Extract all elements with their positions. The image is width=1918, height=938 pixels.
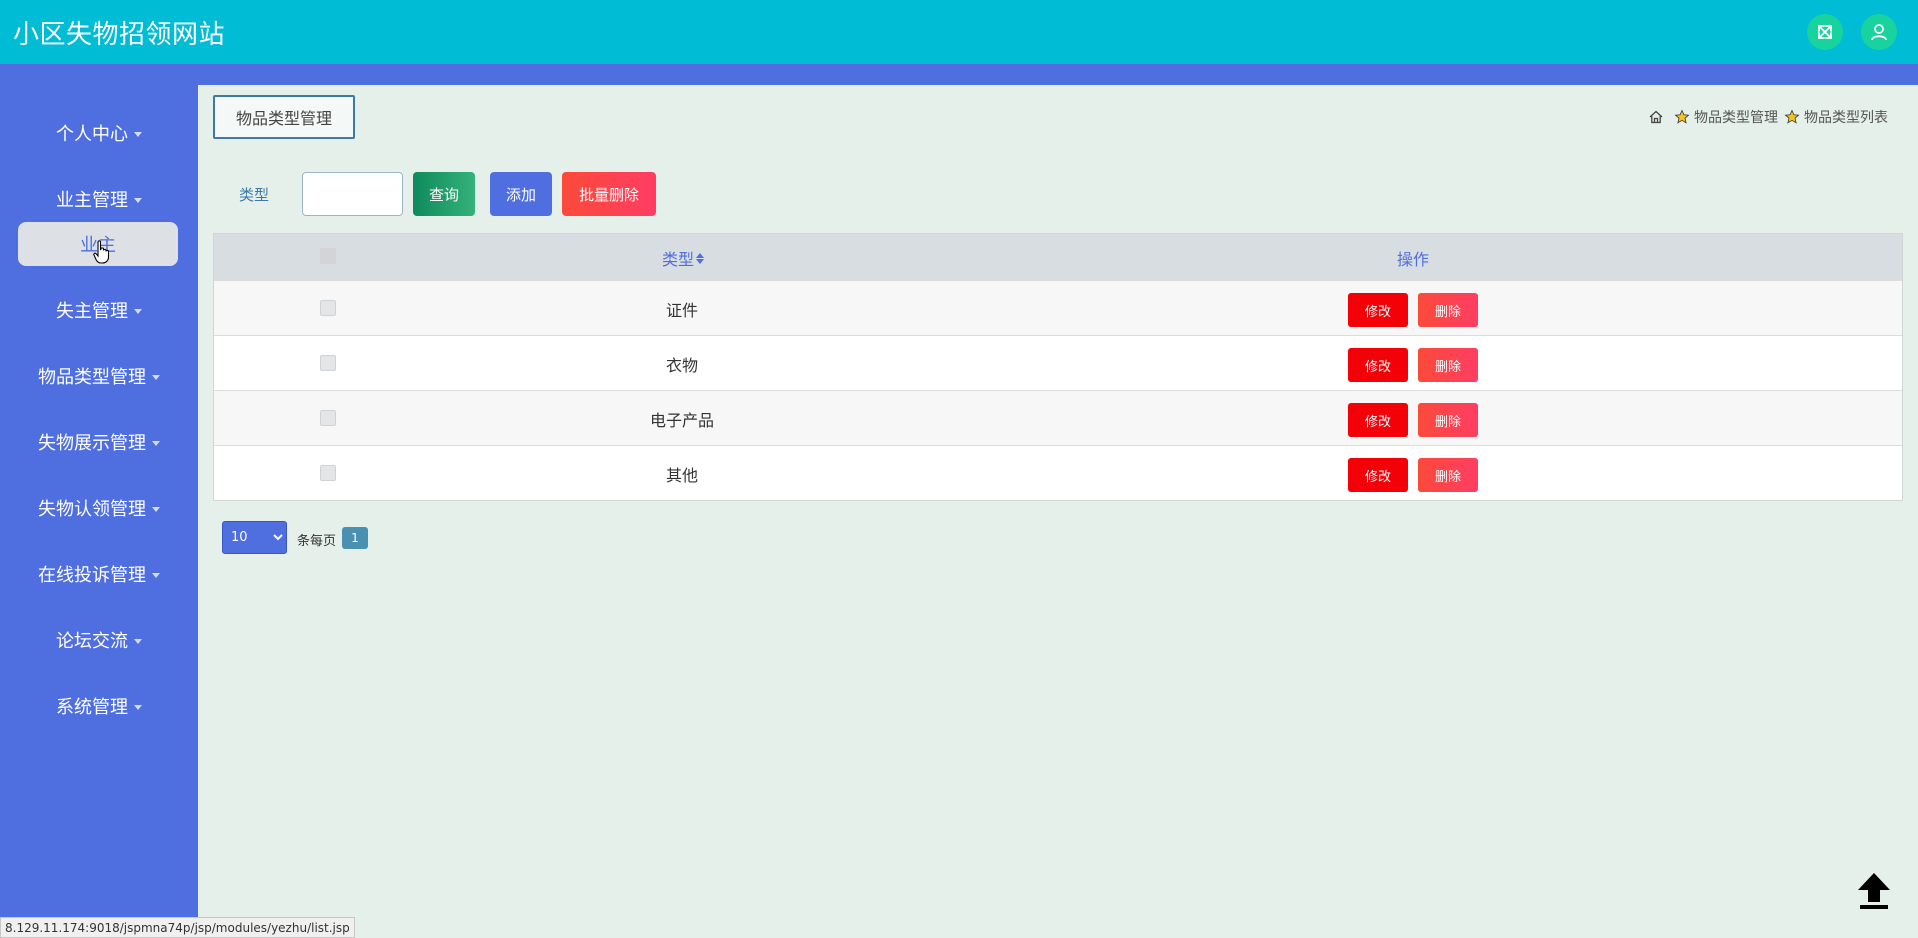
caret-down-icon bbox=[134, 197, 142, 203]
table-row: 其他 修改 删除 bbox=[214, 445, 1902, 500]
home-icon[interactable] bbox=[1648, 109, 1664, 125]
caret-down-icon bbox=[152, 572, 160, 578]
header-accent-bar bbox=[0, 64, 1918, 85]
sidebar-item-complaint-management[interactable]: 在线投诉管理 bbox=[0, 554, 198, 594]
star-icon bbox=[1674, 109, 1690, 125]
sidebar-item-system-management[interactable]: 系统管理 bbox=[0, 686, 198, 726]
page-size-label: 条每页 bbox=[297, 534, 337, 549]
breadcrumb-item[interactable]: 物品类型管理 bbox=[1694, 107, 1778, 127]
table-row: 证件 修改 删除 bbox=[214, 280, 1902, 335]
cell-type: 证件 bbox=[665, 301, 698, 320]
sidebar-item-item-type-management[interactable]: 物品类型管理 bbox=[0, 356, 198, 396]
sidebar-item-forum[interactable]: 论坛交流 bbox=[0, 620, 198, 660]
delete-button[interactable]: 删除 bbox=[1418, 348, 1478, 382]
column-header-type[interactable]: 类型 bbox=[662, 246, 705, 270]
star-icon bbox=[1784, 109, 1800, 125]
column-header-actions: 操作 bbox=[1397, 250, 1430, 269]
hand-cursor-icon bbox=[93, 240, 110, 264]
sidebar-item-owner-management[interactable]: 业主管理 bbox=[0, 179, 198, 219]
caret-down-icon bbox=[152, 506, 160, 512]
select-all-checkbox[interactable] bbox=[320, 248, 336, 264]
status-bar-url: 8.129.11.174:9018/jspmna74p/jsp/modules/… bbox=[0, 917, 355, 938]
cell-type: 其他 bbox=[665, 466, 698, 485]
edit-button[interactable]: 修改 bbox=[1348, 403, 1408, 437]
type-search-input[interactable] bbox=[302, 172, 403, 216]
sidebar-item-lost-display-management[interactable]: 失物展示管理 bbox=[0, 422, 198, 462]
add-button[interactable]: 添加 bbox=[490, 172, 552, 216]
sort-icon bbox=[696, 252, 705, 264]
page-size-select[interactable]: 10 bbox=[222, 521, 287, 554]
user-button[interactable] bbox=[1861, 14, 1897, 50]
page-title: 物品类型管理 bbox=[213, 95, 355, 139]
search-button[interactable]: 查询 bbox=[413, 172, 475, 216]
cell-type: 电子产品 bbox=[649, 411, 714, 430]
batch-delete-button[interactable]: 批量删除 bbox=[562, 172, 656, 216]
sidebar-item-loser-management[interactable]: 失主管理 bbox=[0, 290, 198, 330]
expand-arrows-icon bbox=[1818, 25, 1832, 39]
row-checkbox[interactable] bbox=[320, 300, 336, 316]
breadcrumb-item: 物品类型列表 bbox=[1804, 110, 1888, 126]
caret-down-icon bbox=[152, 374, 160, 380]
row-checkbox[interactable] bbox=[320, 355, 336, 371]
delete-button[interactable]: 删除 bbox=[1418, 293, 1478, 327]
edit-button[interactable]: 修改 bbox=[1348, 293, 1408, 327]
table-row: 电子产品 修改 删除 bbox=[214, 390, 1902, 445]
caret-down-icon bbox=[134, 704, 142, 710]
delete-button[interactable]: 删除 bbox=[1418, 458, 1478, 492]
caret-down-icon bbox=[134, 308, 142, 314]
caret-down-icon bbox=[134, 638, 142, 644]
row-checkbox[interactable] bbox=[320, 410, 336, 426]
type-filter-label: 类型 bbox=[239, 186, 270, 204]
app-title: 小区失物招领网站 bbox=[13, 20, 226, 50]
fullscreen-button[interactable] bbox=[1807, 14, 1843, 50]
page-number-button[interactable]: 1 bbox=[342, 527, 368, 549]
delete-button[interactable]: 删除 bbox=[1418, 403, 1478, 437]
breadcrumb: 物品类型管理 物品类型列表 bbox=[1642, 107, 1888, 127]
user-icon bbox=[1871, 24, 1887, 41]
row-checkbox[interactable] bbox=[320, 465, 336, 481]
top-header: 小区失物招领网站 bbox=[0, 0, 1918, 64]
edit-button[interactable]: 修改 bbox=[1348, 458, 1408, 492]
edit-button[interactable]: 修改 bbox=[1348, 348, 1408, 382]
back-to-top-icon[interactable] bbox=[1855, 870, 1893, 910]
sidebar-item-claim-management[interactable]: 失物认领管理 bbox=[0, 488, 198, 528]
caret-down-icon bbox=[152, 440, 160, 446]
table-row: 衣物 修改 删除 bbox=[214, 335, 1902, 390]
cell-type: 衣物 bbox=[665, 356, 698, 375]
item-type-table: 类型 操作 证件 修改 删除 衣物 修改 删除 电子产品 修改 删除 其他 修改… bbox=[213, 233, 1903, 501]
sidebar-item-personal-center[interactable]: 个人中心 bbox=[0, 113, 198, 153]
caret-down-icon bbox=[134, 131, 142, 137]
table-header: 类型 操作 bbox=[214, 234, 1902, 280]
